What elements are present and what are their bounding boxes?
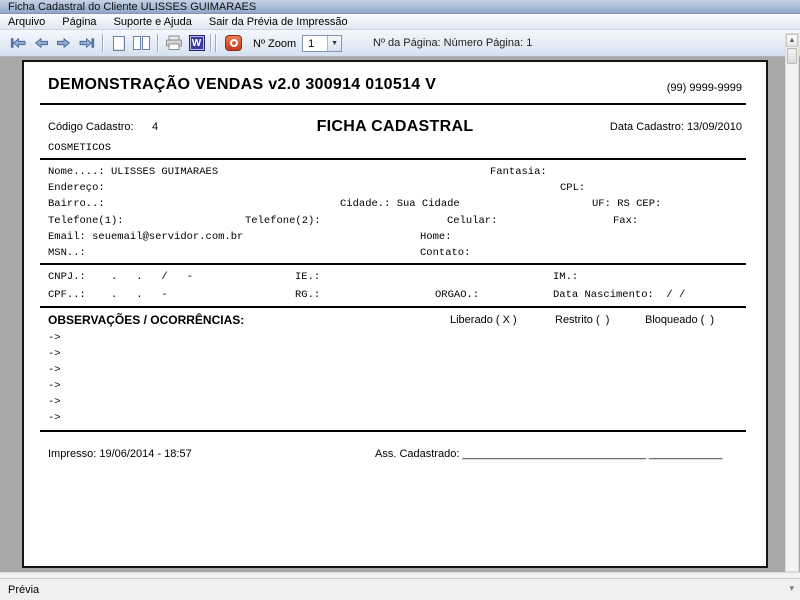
printer-icon — [165, 35, 182, 50]
assinatura-line: Ass. Cadastrado: _______________________… — [375, 448, 723, 460]
field-orgao: ORGAO.: — [435, 289, 480, 301]
toolbar-separator — [215, 34, 216, 52]
toolbar: W Nº Zoom 1 ▼ Nº da Página: Número Págin… — [0, 30, 800, 57]
field-nascimento: Data Nascimento: / / — [553, 289, 686, 301]
field-ie: IE.: — [295, 271, 321, 283]
document-page: DEMONSTRAÇÃO VENDAS v2.0 300914 010514 V… — [22, 60, 768, 568]
field-uf-cep: UF: RS CEP: — [592, 198, 662, 210]
single-page-icon — [112, 35, 125, 51]
preview-area: DEMONSTRAÇÃO VENDAS v2.0 300914 010514 V… — [0, 58, 800, 572]
field-cidade: Cidade.: Sua Cidade — [340, 198, 460, 210]
zoom-label: Nº Zoom — [253, 37, 297, 50]
menubar: Arquivo Página Suporte e Ajuda Sair da P… — [0, 14, 800, 30]
toolbar-separator — [102, 34, 103, 52]
field-msn: MSN..: — [48, 247, 86, 259]
previous-page-button[interactable] — [29, 33, 52, 54]
status-text: Prévia — [8, 583, 40, 596]
next-page-icon — [56, 37, 70, 49]
divider — [40, 263, 746, 265]
window-titlebar: Ficha Cadastral do Cliente ULISSES GUIMA… — [0, 0, 800, 14]
obs-row: -> — [48, 412, 61, 424]
last-page-icon — [79, 37, 94, 49]
word-icon-letter: W — [191, 37, 202, 49]
next-page-button[interactable] — [52, 33, 75, 54]
window-title: Ficha Cadastral do Cliente ULISSES GUIMA… — [8, 1, 257, 13]
status-dropdown-icon[interactable]: ▾ — [789, 583, 794, 594]
report-header-phone: (99) 9999-9999 — [666, 82, 742, 94]
field-endereco: Endereço: — [48, 182, 105, 194]
field-fantasia: Fantasia: — [490, 166, 547, 178]
power-off-icon — [225, 35, 242, 51]
scrollbar-thumb[interactable] — [787, 48, 797, 64]
field-celular: Celular: — [447, 215, 498, 227]
field-email: Email: seuemail@servidor.com.br — [48, 231, 244, 243]
field-nome: Nome....: ULISSES GUIMARAES — [48, 166, 219, 178]
menu-arquivo[interactable]: Arquivo — [8, 16, 45, 28]
obs-row: -> — [48, 348, 61, 360]
field-bairro: Bairro..: — [48, 198, 105, 210]
obs-row: -> — [48, 380, 61, 392]
vertical-scrollbar[interactable]: ▲ — [785, 33, 799, 572]
status-liberado: Liberado ( X ) — [450, 314, 517, 326]
single-page-view-button[interactable] — [107, 33, 130, 54]
field-contato: Contato: — [420, 247, 471, 259]
menu-suporte-e-ajuda[interactable]: Suporte e Ajuda — [114, 16, 192, 28]
report-header-title: DEMONSTRAÇÃO VENDAS v2.0 300914 010514 V — [48, 76, 437, 93]
two-page-icon — [133, 36, 150, 50]
field-fax: Fax: — [613, 215, 639, 227]
word-icon: W — [188, 35, 205, 51]
chevron-down-icon[interactable]: ▼ — [327, 36, 342, 51]
divider — [40, 306, 746, 308]
field-cpf: CPF..: . . - — [48, 289, 168, 301]
field-cpl: CPL: — [560, 182, 586, 194]
previous-page-icon — [34, 37, 48, 49]
last-page-button[interactable] — [75, 33, 98, 54]
field-telefone1: Telefone(1): — [48, 215, 124, 227]
observacoes-title: OBSERVAÇÕES / OCORRÊNCIAS: — [48, 313, 245, 327]
field-cnpj: CNPJ.: . . / - — [48, 271, 193, 283]
field-im: IM.: — [553, 271, 579, 283]
statusbar: Prévia ▾ — [0, 578, 800, 600]
field-telefone2: Telefone(2): — [245, 215, 321, 227]
field-rg: RG.: — [295, 289, 321, 301]
page-number-info: Nº da Página: Número Página: 1 — [373, 37, 533, 49]
data-cadastro: Data Cadastro: 13/09/2010 — [609, 121, 742, 133]
scroll-up-icon[interactable]: ▲ — [786, 34, 798, 47]
menu-pagina[interactable]: Página — [62, 16, 96, 28]
divider — [40, 430, 746, 432]
zoom-value: 1 — [308, 37, 315, 50]
toolbar-separator — [210, 34, 211, 52]
first-page-button[interactable] — [6, 33, 29, 54]
divider — [40, 158, 746, 160]
status-bloqueado: Bloqueado ( ) — [645, 314, 715, 326]
categoria: COSMETICOS — [48, 142, 112, 154]
first-page-icon — [10, 37, 25, 49]
two-page-view-button[interactable] — [130, 33, 153, 54]
print-button[interactable] — [162, 33, 185, 54]
zoom-dropdown[interactable]: 1 ▼ — [302, 35, 343, 52]
impresso-timestamp: Impresso: 19/06/2014 - 18:57 — [48, 448, 192, 460]
export-word-button[interactable]: W — [185, 33, 208, 54]
obs-row: -> — [48, 396, 61, 408]
menu-sair-da-previa[interactable]: Sair da Prévia de Impressão — [209, 16, 348, 28]
divider — [40, 103, 746, 105]
obs-row: -> — [48, 364, 61, 376]
exit-preview-button[interactable] — [222, 33, 245, 54]
obs-row: -> — [48, 332, 61, 344]
toolbar-separator — [157, 34, 158, 52]
field-home: Home: — [420, 231, 452, 243]
zoom-control-group: Nº Zoom 1 ▼ — [253, 35, 343, 52]
status-restrito: Restrito ( ) — [555, 314, 610, 326]
